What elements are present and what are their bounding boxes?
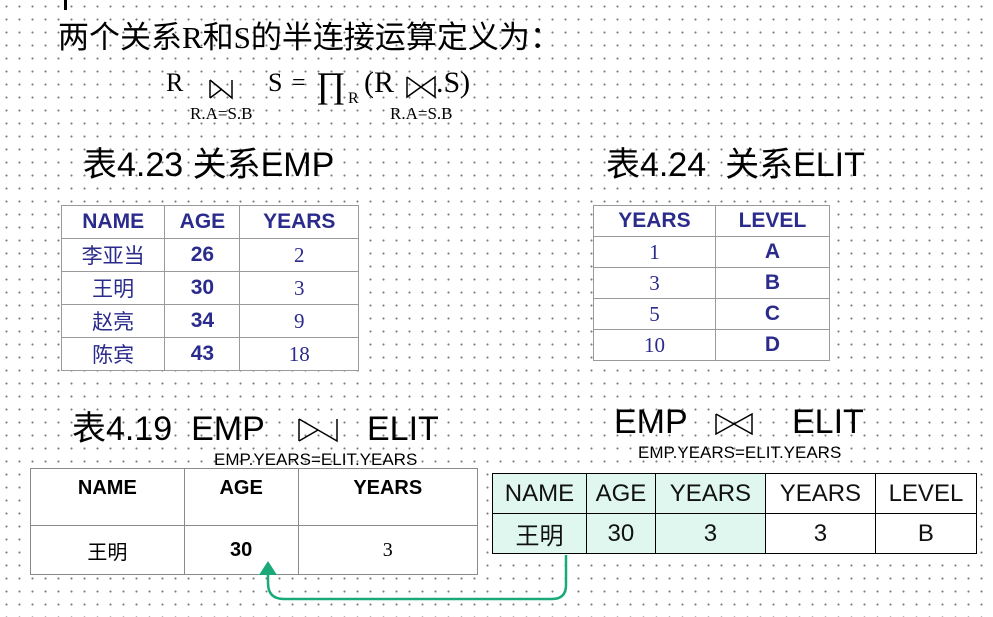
years-cell: 1 (593, 236, 716, 268)
years-cell: 3 (764, 513, 876, 554)
name-cell: 李亚当 (60, 238, 166, 272)
semijoin-caption-right: ELIT (367, 410, 439, 448)
table-row: 王明 30 3 (60, 271, 359, 305)
age-cell: 26 (164, 238, 241, 272)
age-cell: 30 (585, 513, 656, 554)
level-cell: B (714, 267, 831, 299)
semijoin-icon (298, 418, 338, 443)
column-header: LEVEL (874, 473, 978, 514)
name-cell: 王明 (30, 525, 185, 575)
column-header: NAME (492, 473, 587, 514)
years-cell: 3 (654, 513, 766, 554)
level-cell: D (714, 329, 831, 361)
column-header: YEARS (297, 468, 479, 526)
formula-rhs-close: .S) (436, 66, 471, 99)
projection-arrow (259, 555, 568, 601)
table-row: 赵亮 34 9 (60, 304, 359, 338)
table-header-row: YEARS LEVEL (593, 205, 831, 237)
table-row: 10 D (593, 329, 831, 361)
column-header: AGE (183, 468, 299, 526)
age-cell: 30 (164, 271, 241, 305)
age-cell: 43 (164, 337, 241, 371)
level-cell: A (714, 236, 831, 268)
join-result-table: NAME AGE YEARS YEARS LEVEL 王明 30 3 3 B (492, 473, 978, 554)
years-cell: 2 (239, 238, 359, 272)
age-cell: 34 (164, 304, 241, 338)
table-header-row: NAME AGE YEARS YEARS LEVEL (492, 473, 978, 514)
formula-rhs-open: (R (364, 66, 394, 99)
table-row: 3 B (593, 267, 831, 299)
name-cell: 王明 (60, 271, 166, 305)
formula-lhs-condition: R.A=S.B (190, 104, 253, 123)
column-header: YEARS (764, 473, 876, 514)
table-row: 陈宾 43 18 (60, 337, 359, 371)
elit-table: YEARS LEVEL 1 A 3 B 5 C 10 D (593, 205, 831, 361)
years-cell: 3 (239, 271, 359, 305)
table-row: 1 A (593, 236, 831, 268)
top-edge-mark (64, 0, 67, 10)
years-cell: 10 (593, 329, 716, 361)
column-header: AGE (164, 205, 241, 239)
column-header: YEARS (239, 205, 359, 239)
table-row: 5 C (593, 298, 831, 330)
formula-rhs-condition: R.A=S.B (390, 104, 453, 123)
emp-table-caption: 表4.23 关系EMP (83, 146, 335, 184)
table-header-row: NAME AGE YEARS (60, 205, 359, 239)
years-cell: 18 (239, 337, 359, 371)
name-cell: 陈宾 (60, 337, 166, 371)
projection-subscript: R (348, 90, 359, 107)
table-row: 王明 30 3 3 B (492, 513, 978, 554)
level-cell: C (714, 298, 831, 330)
slide-title: 两个关系R和S的半连接运算定义为： (58, 20, 561, 55)
formula-r: R (166, 68, 184, 97)
column-header: LEVEL (714, 205, 831, 237)
semijoin-caption-left: 表4.19 EMP (72, 410, 265, 448)
join-condition: EMP.YEARS=ELIT.YEARS (638, 443, 842, 462)
table-header-row: NAME AGE YEARS (30, 468, 479, 526)
join-caption-left: EMP (614, 403, 688, 441)
column-header: YEARS (593, 205, 716, 237)
join-caption-right: ELIT (792, 403, 864, 441)
column-header: YEARS (654, 473, 766, 514)
join-icon (406, 75, 436, 99)
emp-table: NAME AGE YEARS 李亚当 26 2 王明 30 3 赵亮 34 9 … (60, 205, 359, 371)
formula-s: S (268, 68, 283, 97)
column-header: NAME (60, 205, 166, 239)
name-cell: 王明 (492, 513, 587, 554)
column-header: AGE (585, 473, 656, 514)
name-cell: 赵亮 (60, 304, 166, 338)
projection-symbol: ∏ (316, 65, 346, 105)
years-cell: 9 (239, 304, 359, 338)
formula-equals: = (292, 70, 306, 96)
years-cell: 5 (593, 298, 716, 330)
elit-table-caption: 表4.24 关系ELIT (606, 146, 865, 184)
table-row: 李亚当 26 2 (60, 238, 359, 272)
years-cell: 3 (593, 267, 716, 299)
semijoin-icon (209, 79, 233, 100)
level-cell: B (874, 513, 978, 554)
column-header: NAME (30, 468, 185, 526)
semijoin-condition: EMP.YEARS=ELIT.YEARS (214, 450, 418, 469)
join-icon (715, 412, 753, 436)
